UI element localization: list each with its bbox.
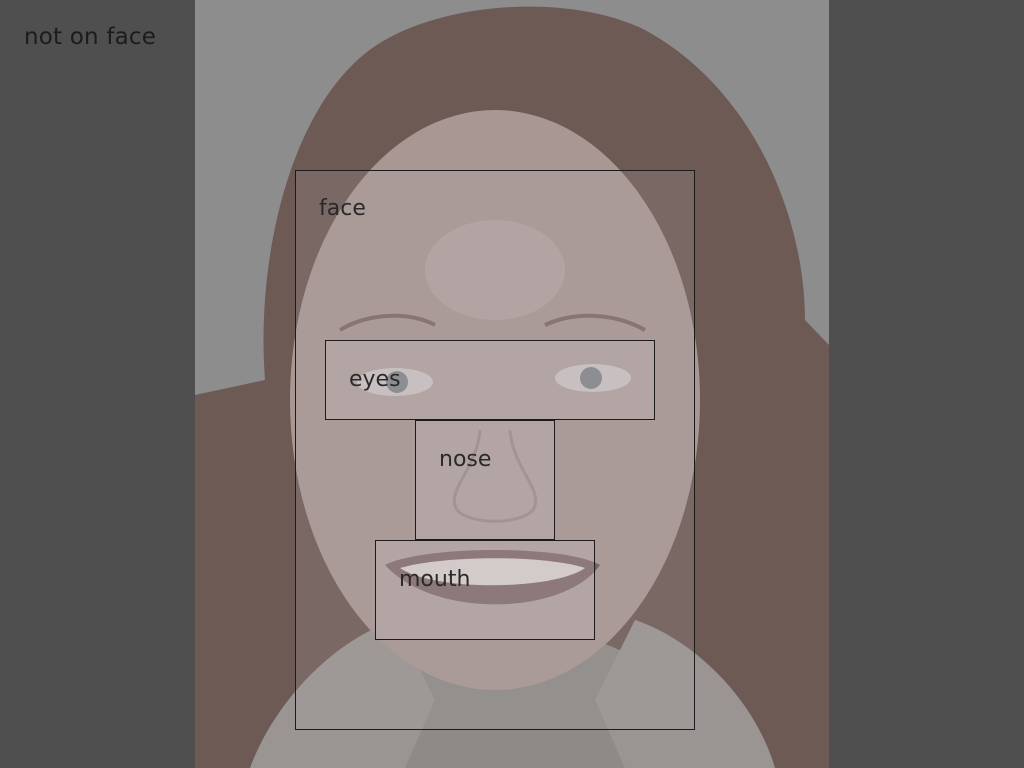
face-regions-diagram: not on face face eyes nose mouth bbox=[0, 0, 1024, 768]
eyes-label: eyes bbox=[349, 367, 401, 392]
eyes-region-box: eyes bbox=[325, 340, 655, 420]
nose-region-box: nose bbox=[415, 420, 555, 540]
mouth-label: mouth bbox=[399, 567, 471, 592]
mouth-region-box: mouth bbox=[375, 540, 595, 640]
nose-label: nose bbox=[439, 447, 492, 472]
face-label: face bbox=[319, 196, 366, 221]
not-on-face-label: not on face bbox=[24, 24, 157, 50]
